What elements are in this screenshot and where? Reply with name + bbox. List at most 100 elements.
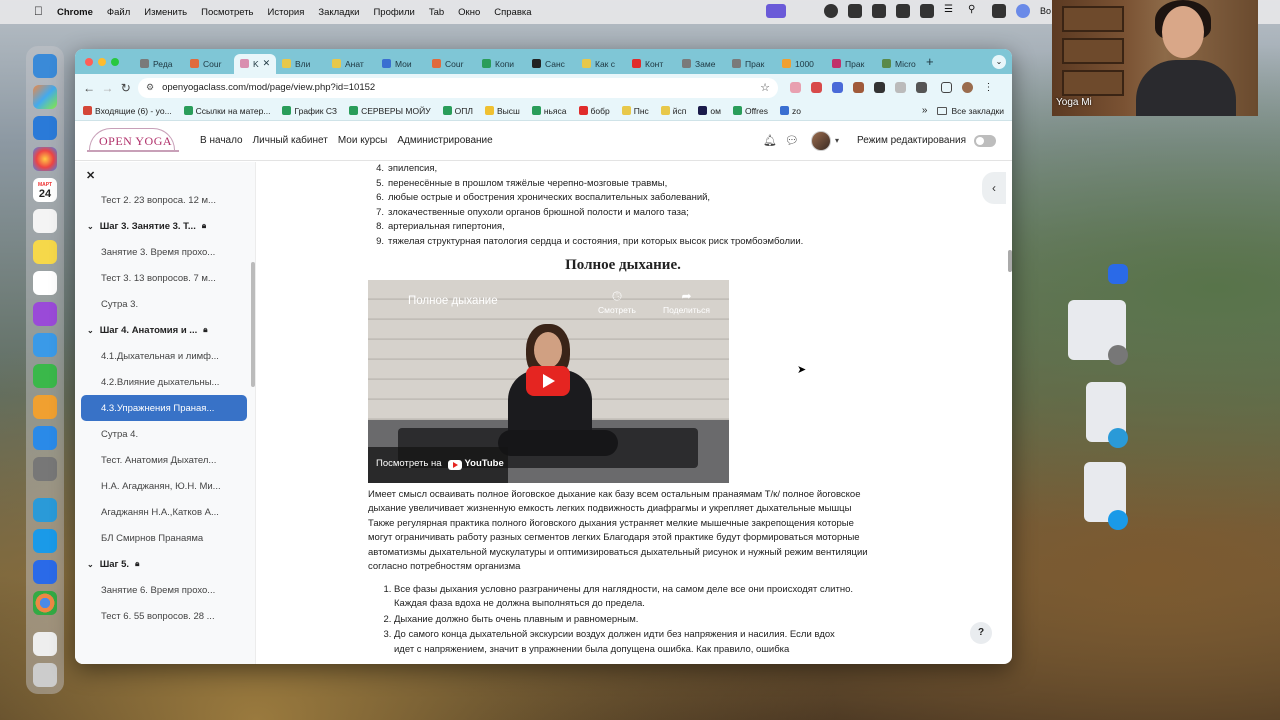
browser-tab[interactable]: Micro xyxy=(876,54,922,74)
bookmark-star-icon[interactable]: ☆ xyxy=(760,81,770,94)
bookmark-item[interactable]: ОПЛ xyxy=(442,106,473,116)
pages-icon[interactable] xyxy=(33,395,57,419)
sidebar-scrollbar[interactable] xyxy=(251,262,255,387)
keyboard-layout-icon[interactable] xyxy=(896,4,910,18)
menu-window[interactable]: Окно xyxy=(458,7,480,18)
menu-profiles[interactable]: Профили xyxy=(373,7,414,18)
profile-avatar-icon[interactable] xyxy=(961,82,973,93)
menu-file[interactable]: Файл xyxy=(107,7,130,18)
telegram-icon[interactable] xyxy=(33,498,57,522)
bookmark-item[interactable]: бобр xyxy=(578,106,610,116)
all-bookmarks-button[interactable]: Все закладки xyxy=(937,106,1004,116)
site-logo[interactable]: OPEN YOGA xyxy=(85,126,185,156)
chrome-menu-icon[interactable]: ⋮ xyxy=(983,82,994,93)
course-index-item-current[interactable]: 4.3.Упражнения Праная... xyxy=(81,395,247,421)
minimize-window-button[interactable] xyxy=(98,57,106,66)
close-tab-icon[interactable]: ✕ xyxy=(263,58,271,69)
browser-tab[interactable]: Cour xyxy=(184,54,234,74)
browser-tab[interactable]: Как с xyxy=(576,54,626,74)
keynote-icon[interactable] xyxy=(33,333,57,357)
video-title[interactable]: Полное дыхание xyxy=(408,294,498,309)
chevron-left-icon[interactable]: ‹ xyxy=(982,172,1006,204)
browser-tab[interactable]: Мои xyxy=(376,54,426,74)
bookmarks-overflow-button[interactable]: » xyxy=(922,105,928,116)
browser-tab[interactable]: Вли xyxy=(276,54,326,74)
browser-tab[interactable]: Копи xyxy=(476,54,526,74)
zoom-icon[interactable] xyxy=(33,560,57,584)
course-index-item[interactable]: 4.1.Дыхательная и лимф... xyxy=(81,343,247,369)
forward-arrow-icon[interactable]: → xyxy=(101,81,113,95)
play-button[interactable] xyxy=(526,365,570,396)
share-button[interactable]: ➦ Поделиться xyxy=(663,289,710,318)
browser-tab[interactable]: Прак xyxy=(726,54,776,74)
search-icon[interactable]: ⚲ xyxy=(968,4,982,18)
trash-icon[interactable] xyxy=(33,663,57,687)
zoom-icon[interactable] xyxy=(1108,264,1128,284)
menu-history[interactable]: История xyxy=(268,7,305,18)
edit-mode-toggle[interactable] xyxy=(974,134,996,147)
record-icon[interactable] xyxy=(824,4,838,18)
telegram-icon[interactable] xyxy=(1108,428,1128,448)
menu-app-name[interactable]: Chrome xyxy=(57,7,93,18)
wifi-icon[interactable]: ☰ xyxy=(944,4,958,18)
podcasts-icon[interactable] xyxy=(33,302,57,326)
system-settings-icon[interactable] xyxy=(1108,345,1128,365)
browser-tab[interactable]: Анат xyxy=(326,54,376,74)
system-settings-icon[interactable] xyxy=(33,457,57,481)
back-arrow-icon[interactable]: ← xyxy=(83,81,95,95)
menu-view[interactable]: Посмотреть xyxy=(201,7,253,18)
menu-tab[interactable]: Tab xyxy=(429,7,444,18)
bookmark-item[interactable]: Входящие (6) - yo... xyxy=(83,106,172,116)
battery-icon[interactable] xyxy=(920,4,934,18)
course-index-item[interactable]: Тест 2. 23 вопроса. 12 м... xyxy=(81,187,247,213)
extension-icon[interactable] xyxy=(873,82,885,93)
bookmark-item[interactable]: zo xyxy=(779,106,801,116)
course-section[interactable]: ⌄ Шаг 3. Занятие 3. Т... 🔒︎ xyxy=(81,213,247,239)
reload-icon[interactable]: ↻ xyxy=(120,81,132,95)
nav-home[interactable]: В начало xyxy=(200,135,243,146)
nav-dashboard[interactable]: Личный кабинет xyxy=(253,135,328,146)
close-window-button[interactable] xyxy=(85,57,93,66)
course-index-item[interactable]: Тест 6. 55 вопросов. 28 ... xyxy=(81,603,247,629)
bell-icon[interactable]: 🔔︎ xyxy=(763,134,777,147)
menu-help[interactable]: Справка xyxy=(494,7,531,18)
course-index-item[interactable]: Н.А. Агаджанян, Ю.Н. Ми... xyxy=(81,473,247,499)
zoom-window-button[interactable] xyxy=(111,57,119,66)
bookmark-item[interactable]: Высш xyxy=(484,106,520,116)
watch-later-button[interactable]: 🕓︎ Смотреть xyxy=(598,289,636,318)
numbers-icon[interactable] xyxy=(33,364,57,388)
browser-tab[interactable]: Прак xyxy=(826,54,876,74)
documents-icon[interactable] xyxy=(33,632,57,656)
calendar-icon[interactable]: МАРТ 24 xyxy=(33,178,57,202)
nav-my-courses[interactable]: Мои курсы xyxy=(338,135,388,146)
reminders-icon[interactable] xyxy=(33,209,57,233)
browser-tab[interactable]: 1000 xyxy=(776,54,826,74)
menu-edit[interactable]: Изменить xyxy=(144,7,187,18)
finder-icon[interactable] xyxy=(33,54,57,78)
nav-administration[interactable]: Администрирование xyxy=(397,135,492,146)
bookmark-item[interactable]: Offres xyxy=(732,106,768,116)
browser-tab-active[interactable]: K ✕ xyxy=(234,53,276,74)
notes-icon[interactable] xyxy=(33,240,57,264)
browser-tab[interactable]: Заме xyxy=(676,54,726,74)
course-index-item[interactable]: Агаджанян Н.А.,Катков А... xyxy=(81,499,247,525)
safari-icon[interactable] xyxy=(33,116,57,140)
user-menu[interactable]: ▾ xyxy=(811,130,839,151)
site-info-icon[interactable]: ⚙ xyxy=(146,82,154,93)
youtube-video-embed[interactable]: Полное дыхание 🕓︎ Смотреть ➦ Поделиться По… xyxy=(368,279,729,483)
bookmark-item[interactable]: Ссылки на матер... xyxy=(183,106,270,116)
bookmark-item[interactable]: СЕРВЕРЫ МОЙУ xyxy=(349,106,431,116)
freeform-icon[interactable] xyxy=(33,271,57,295)
menu-bookmarks[interactable]: Закладки xyxy=(318,7,359,18)
course-index-item[interactable]: Занятие 6. Время прохо... xyxy=(81,577,247,603)
app-store-icon[interactable] xyxy=(33,426,57,450)
car-icon[interactable] xyxy=(872,4,886,18)
bookmark-item[interactable]: ньяса xyxy=(531,106,567,116)
bookmark-item[interactable]: ом xyxy=(698,106,721,116)
chat-icon[interactable]: 💬︎ xyxy=(785,134,799,147)
photos-icon[interactable] xyxy=(33,147,57,171)
tab-search-icon[interactable]: ⌄ xyxy=(992,55,1006,69)
extension-icon[interactable] xyxy=(894,82,906,93)
course-index-item[interactable]: 4.2.Влияние дыхательны... xyxy=(81,369,247,395)
control-center-icon[interactable] xyxy=(992,4,1006,18)
